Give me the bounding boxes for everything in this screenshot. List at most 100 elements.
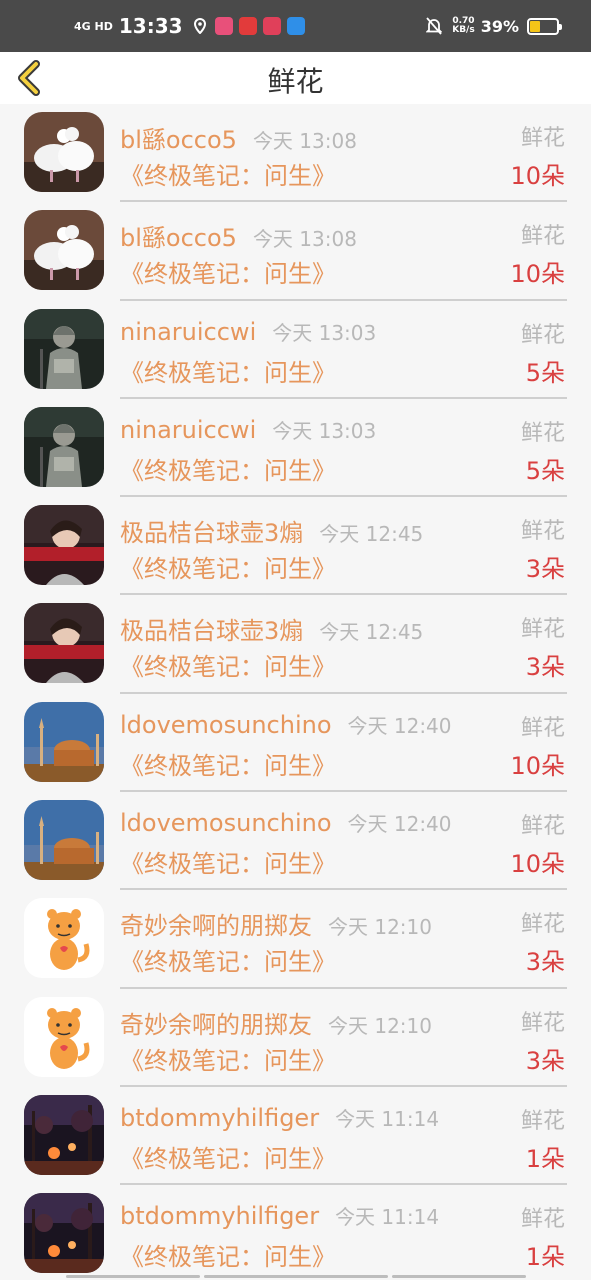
gift-type: 鲜花: [520, 617, 565, 643]
send-time: 今天 12:45: [319, 522, 424, 547]
send-time: 今天 13:08: [252, 227, 357, 252]
home-indicator: [392, 1275, 526, 1278]
avatar[interactable]: [24, 308, 104, 389]
avatar[interactable]: [24, 406, 104, 487]
user-name-text: 极品桔台球壶3煽: [120, 617, 304, 646]
avatar-image: [24, 112, 104, 192]
gift-type: 鲜花: [520, 322, 565, 348]
gift-type: 鲜花: [520, 1010, 565, 1036]
avatar[interactable]: [24, 112, 104, 192]
avatar-image: [24, 898, 104, 979]
avatar-image: [24, 701, 104, 782]
gift-count: 3朵: [525, 948, 565, 977]
user-name: btdommyhilfiger 今天 11:14: [120, 1103, 439, 1132]
list-item[interactable]: btdommyhilfiger 今天 11:14 《终极笔记：问生》 鲜花 1朵: [0, 1087, 591, 1186]
mute-bell-icon: [426, 17, 443, 35]
book-title: 《终极笔记：问生》: [120, 260, 336, 289]
avatar-image: [24, 308, 104, 389]
gift-count: 1朵: [525, 1144, 565, 1173]
app-notification-icon: [262, 17, 281, 35]
book-title: 《终极笔记：问生》: [120, 1144, 336, 1173]
location-icon: [193, 18, 206, 34]
user-name-text: 奇妙余啊的朋掷友: [120, 912, 312, 941]
user-name: bl繇occo5 今天 13:08: [120, 218, 357, 253]
list-item[interactable]: ldovemosunchino 今天 12:40 《终极笔记：问生》 鲜花 10朵: [0, 694, 591, 793]
list-item[interactable]: 极品桔台球壶3煽 今天 12:45 《终极笔记：问生》 鲜花 3朵: [0, 595, 591, 694]
status-time: 13:33: [118, 14, 183, 38]
status-bar: 4G HD 13:33 0.70 KB/s 39%: [0, 0, 591, 52]
list-item[interactable]: btdommyhilfiger 今天 11:14 《终极笔记：问生》 鲜花 1朵: [0, 1185, 591, 1280]
send-time: 今天 12:10: [328, 1013, 432, 1038]
user-name: 奇妙余啊的朋掷友 今天 12:10: [120, 906, 432, 941]
list-item[interactable]: bl繇occo5 今天 13:08 《终极笔记：问生》 鲜花 10朵: [0, 104, 591, 203]
avatar-image: [24, 1094, 104, 1175]
send-time: 今天 13:03: [272, 320, 377, 345]
list-item[interactable]: 奇妙余啊的朋掷友 今天 12:10 《终极笔记：问生》 鲜花 3朵: [0, 890, 591, 989]
user-name-text: ldovemosunchino: [120, 710, 332, 739]
network-indicator: 4G HD: [74, 19, 113, 33]
gift-type: 鲜花: [520, 126, 565, 151]
user-name: bl繇occo5 今天 13:08: [120, 120, 357, 155]
user-name-text: 极品桔台球壶3煽: [120, 519, 304, 548]
gift-count: 10朵: [510, 850, 565, 879]
avatar[interactable]: [24, 898, 104, 979]
battery-percent: 39%: [480, 16, 519, 36]
book-title: 《终极笔记：问生》: [120, 1046, 336, 1075]
gift-count: 10朵: [510, 260, 565, 289]
book-title: 《终极笔记：问生》: [120, 555, 336, 584]
app-notification-icon: [214, 17, 233, 35]
list-item[interactable]: 奇妙余啊的朋掷友 今天 12:10 《终极笔记：问生》 鲜花 3朵: [0, 989, 591, 1087]
user-name: 极品桔台球壶3煽 今天 12:45: [120, 611, 423, 646]
list-item[interactable]: ninaruiccwi 今天 13:03 《终极笔记：问生》 鲜花 5朵: [0, 301, 591, 399]
user-name: ldovemosunchino 今天 12:40: [120, 710, 452, 739]
list-item[interactable]: ninaruiccwi 今天 13:03 《终极笔记：问生》 鲜花 5朵: [0, 399, 591, 498]
avatar[interactable]: [24, 1094, 104, 1175]
user-name-text: ninaruiccwi: [120, 317, 257, 346]
home-indicator: [204, 1275, 388, 1278]
gift-count: 3朵: [525, 555, 565, 584]
flower-record-list[interactable]: bl繇occo5 今天 13:08 《终极笔记：问生》 鲜花 10朵 bl繇occo5 今天…: [0, 104, 591, 1280]
gift-type: 鲜花: [520, 912, 565, 938]
app-notification-icon: [286, 17, 305, 35]
book-title: 《终极笔记：问生》: [120, 162, 336, 190]
book-title: 《终极笔记：问生》: [120, 358, 336, 387]
list-item[interactable]: bl繇occo5 今天 13:08 《终极笔记：问生》 鲜花 10朵: [0, 202, 591, 301]
gift-count: 10朵: [510, 751, 565, 780]
book-title: 《终极笔记：问生》: [120, 456, 336, 485]
gift-type: 鲜花: [520, 519, 565, 545]
user-name-text: ldovemosunchino: [120, 809, 332, 838]
gift-type: 鲜花: [520, 420, 565, 446]
battery-icon: [527, 17, 562, 35]
avatar-image: [24, 603, 104, 684]
avatar-image: [24, 1193, 104, 1274]
send-time: 今天 11:14: [335, 1205, 440, 1230]
book-title: 《终极笔记：问生》: [120, 850, 336, 879]
send-time: 今天 12:45: [319, 620, 424, 645]
avatar[interactable]: [24, 603, 104, 684]
book-title: 《终极笔记：问生》: [120, 1243, 336, 1272]
avatar[interactable]: [24, 505, 104, 586]
network-speed: 0.70 KB/s: [452, 16, 475, 35]
user-name: ninaruiccwi 今天 13:03: [120, 317, 376, 346]
avatar[interactable]: [24, 1193, 104, 1274]
user-name-text: ninaruiccwi: [120, 415, 257, 444]
user-name: 极品桔台球壶3煽 今天 12:45: [120, 513, 423, 548]
gift-count: 5朵: [525, 358, 565, 387]
send-time: 今天 13:08: [252, 129, 357, 153]
avatar[interactable]: [24, 800, 104, 881]
gift-type: 鲜花: [520, 814, 565, 840]
avatar-image: [24, 505, 104, 586]
list-item[interactable]: 极品桔台球壶3煽 今天 12:45 《终极笔记：问生》 鲜花 3朵: [0, 497, 591, 596]
list-item[interactable]: ldovemosunchino 今天 12:40 《终极笔记：问生》 鲜花 10朵: [0, 792, 591, 891]
send-time: 今天 13:03: [272, 418, 377, 443]
nav-bar: 鲜花: [0, 52, 591, 104]
gift-count: 5朵: [525, 456, 565, 485]
gift-type: 鲜花: [520, 1108, 565, 1134]
book-title: 《终极笔记：问生》: [120, 653, 336, 682]
user-name-text: btdommyhilfiger: [120, 1103, 320, 1132]
avatar[interactable]: [24, 996, 104, 1077]
avatar[interactable]: [24, 210, 104, 291]
battery-level: [530, 20, 540, 32]
avatar[interactable]: [24, 701, 104, 782]
user-name-text: bl繇occo5: [120, 126, 237, 154]
